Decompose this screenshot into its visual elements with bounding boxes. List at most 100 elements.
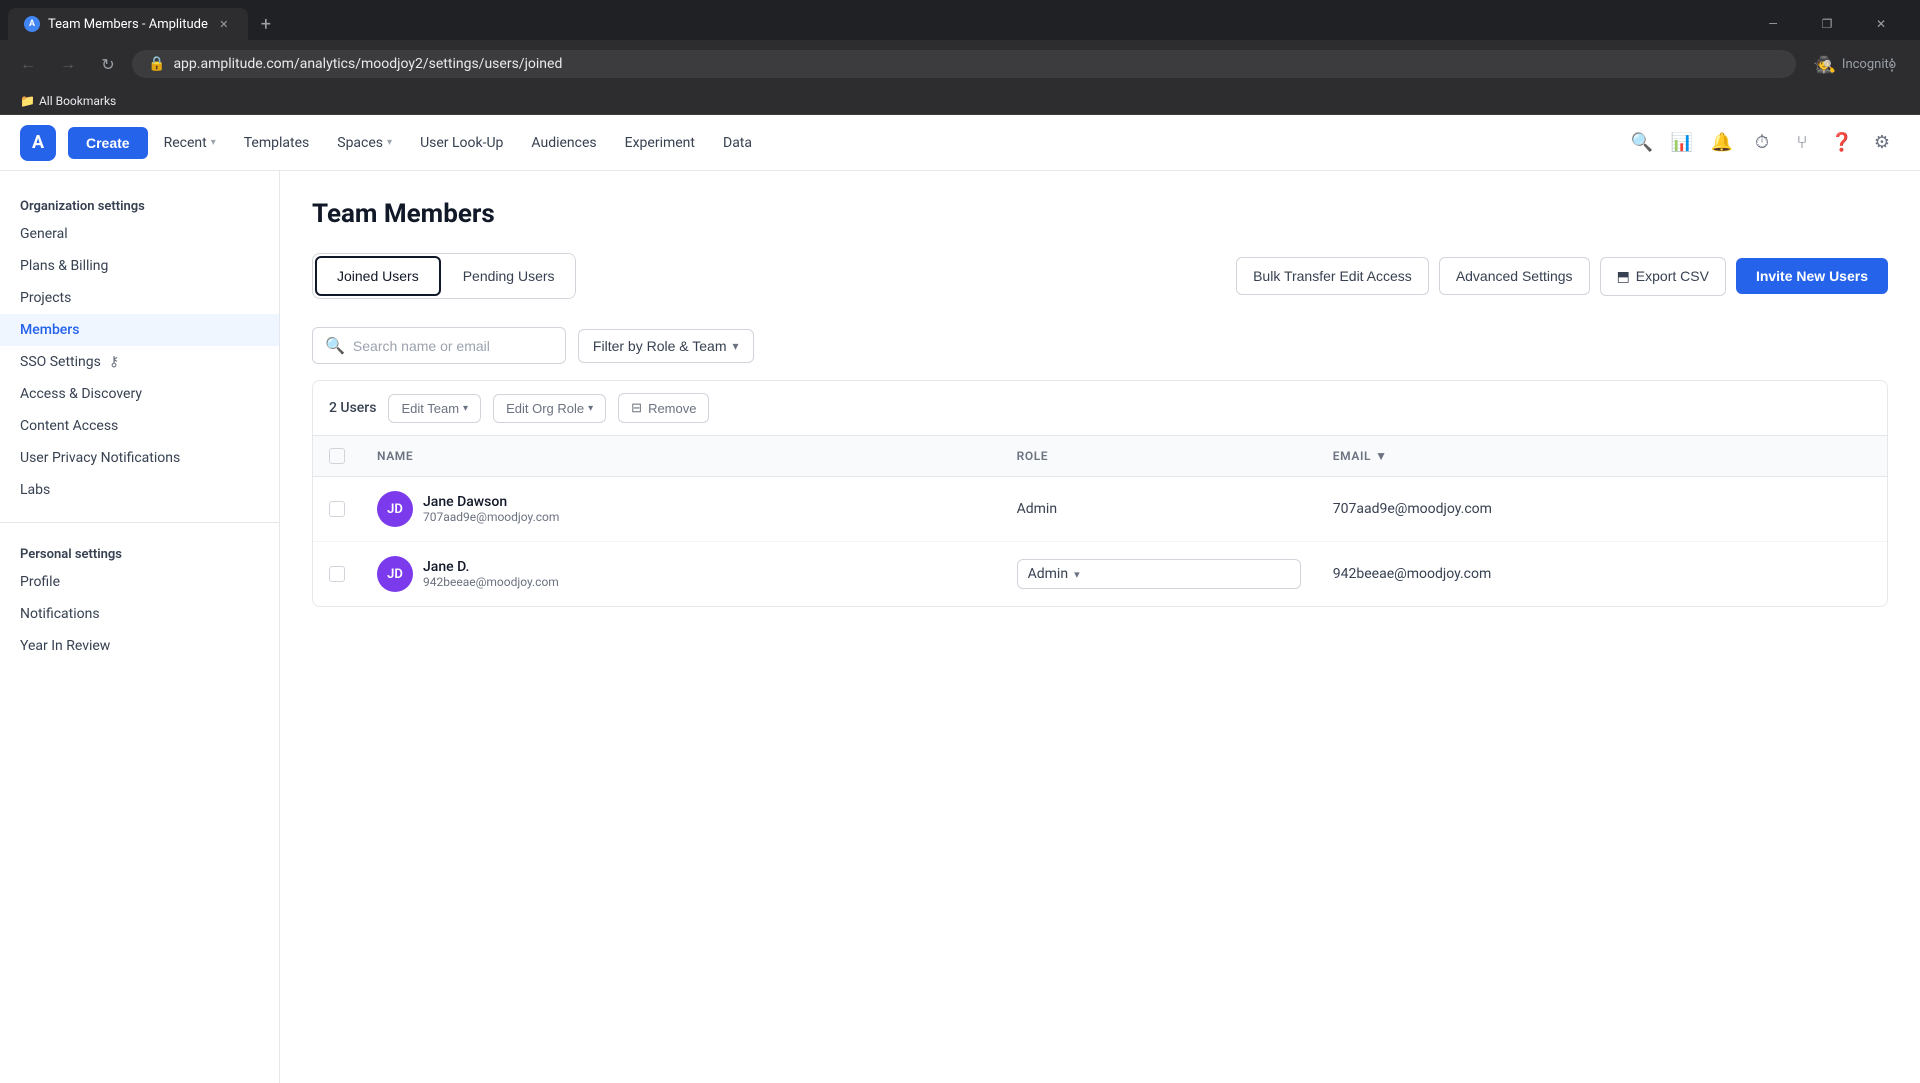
avatar-1: JD xyxy=(377,491,413,527)
help-icon-button[interactable]: ❓ xyxy=(1824,125,1860,161)
sidebar-item-members[interactable]: Members xyxy=(0,314,279,346)
user-email-sub-1: 707aad9e@moodjoy.com xyxy=(423,510,559,524)
personal-settings-section-title: Personal settings xyxy=(0,539,279,566)
bulk-transfer-button[interactable]: Bulk Transfer Edit Access xyxy=(1236,257,1429,295)
sidebar-item-plans-billing[interactable]: Plans & Billing xyxy=(0,250,279,282)
nav-item-experiment[interactable]: Experiment xyxy=(613,127,707,159)
back-button[interactable]: ← xyxy=(12,48,44,80)
sidebar-item-labs[interactable]: Labs xyxy=(0,474,279,506)
email-1: 707aad9e@moodjoy.com xyxy=(1333,501,1492,517)
export-csv-button[interactable]: ⬒ Export CSV xyxy=(1600,257,1726,296)
sidebar-item-content-access[interactable]: Content Access xyxy=(0,410,279,442)
users-count: 2 Users xyxy=(329,400,376,416)
address-bar[interactable]: 🔒 app.amplitude.com/analytics/moodjoy2/s… xyxy=(132,50,1796,78)
page-title: Team Members xyxy=(312,199,1888,229)
user-cell-1: JD Jane Dawson 707aad9e@moodjoy.com xyxy=(377,491,985,527)
org-settings-section-title: Organization settings xyxy=(0,191,279,218)
name-column-header: NAME xyxy=(361,436,1001,477)
sso-key-icon: ⚷ xyxy=(109,354,119,370)
action-buttons-group: Bulk Transfer Edit Access Advanced Setti… xyxy=(1236,257,1888,296)
nav-item-spaces[interactable]: Spaces ▾ xyxy=(325,127,404,159)
role-dropdown-chevron-icon: ▾ xyxy=(1074,568,1080,581)
browser-tab[interactable]: A Team Members - Amplitude ✕ xyxy=(8,8,248,40)
search-icon-button[interactable]: 🔍 xyxy=(1624,125,1660,161)
advanced-settings-button[interactable]: Advanced Settings xyxy=(1439,257,1590,295)
app-logo[interactable]: A xyxy=(20,125,56,161)
role-text-1: Admin xyxy=(1017,501,1057,517)
nav-item-data[interactable]: Data xyxy=(711,127,764,159)
analytics-icon-button[interactable]: 📊 xyxy=(1664,125,1700,161)
role-dropdown-2[interactable]: Admin ▾ xyxy=(1017,559,1301,589)
edit-org-role-chevron-icon: ▾ xyxy=(588,403,593,414)
sidebar-item-user-privacy-notifications[interactable]: User Privacy Notifications xyxy=(0,442,279,474)
email-sort-icon: ▼ xyxy=(1375,449,1387,463)
email-column-header[interactable]: EMAIL ▼ xyxy=(1317,436,1887,477)
search-icon: 🔍 xyxy=(325,336,345,355)
filter-role-team-button[interactable]: Filter by Role & Team ▾ xyxy=(578,329,754,363)
role-column-header: ROLE xyxy=(1001,436,1317,477)
search-box: 🔍 xyxy=(312,327,566,364)
nav-item-recent[interactable]: Recent ▾ xyxy=(152,127,228,159)
sidebar-item-access-discovery[interactable]: Access & Discovery xyxy=(0,378,279,410)
close-window-button[interactable]: ✕ xyxy=(1858,8,1904,40)
minimize-button[interactable]: — xyxy=(1750,8,1796,40)
edit-org-role-button[interactable]: Edit Org Role ▾ xyxy=(493,394,606,423)
search-input[interactable] xyxy=(353,338,553,354)
nav-item-user-lookup[interactable]: User Look-Up xyxy=(408,127,515,159)
user-name-2: Jane D. xyxy=(423,559,559,575)
create-button[interactable]: Create xyxy=(68,127,148,159)
sidebar-item-notifications[interactable]: Notifications xyxy=(0,598,279,630)
sidebar-item-profile[interactable]: Profile xyxy=(0,566,279,598)
search-filter-bar: 🔍 Filter by Role & Team ▾ xyxy=(312,327,1888,364)
reload-button[interactable]: ↻ xyxy=(92,48,124,80)
spaces-chevron-icon: ▾ xyxy=(387,137,392,148)
history-icon-button[interactable]: ⏱ xyxy=(1744,125,1780,161)
branch-icon-button[interactable]: ⑂ xyxy=(1784,125,1820,161)
sidebar: Organization settings General Plans & Bi… xyxy=(0,171,280,1083)
profile-button[interactable]: 🕵 Incognito xyxy=(1840,48,1872,80)
table-row: JD Jane D. 942beeae@moodjoy.com xyxy=(313,542,1887,607)
avatar-2: JD xyxy=(377,556,413,592)
extensions-button[interactable]: ⋮ xyxy=(1876,48,1908,80)
remove-button[interactable]: ⊟ Remove xyxy=(618,393,709,423)
nav-item-templates[interactable]: Templates xyxy=(232,127,322,159)
sidebar-divider xyxy=(0,522,279,523)
filter-chevron-icon: ▾ xyxy=(733,339,739,353)
export-icon: ⬒ xyxy=(1617,268,1630,285)
user-cell-2: JD Jane D. 942beeae@moodjoy.com xyxy=(377,556,985,592)
tab-joined-users[interactable]: Joined Users xyxy=(315,256,441,296)
content-area: Team Members Joined Users Pending Users … xyxy=(280,171,1920,1083)
sidebar-item-projects[interactable]: Projects xyxy=(0,282,279,314)
select-all-checkbox[interactable] xyxy=(329,448,345,464)
tab-favicon: A xyxy=(24,16,40,32)
bookmarks-folder-icon: 📁 xyxy=(20,94,35,108)
lock-icon: 🔒 xyxy=(148,56,165,72)
maximize-button[interactable]: ❐ xyxy=(1804,8,1850,40)
user-email-sub-2: 942beeae@moodjoy.com xyxy=(423,575,559,589)
tab-close-button[interactable]: ✕ xyxy=(216,16,232,32)
nav-item-audiences[interactable]: Audiences xyxy=(519,127,608,159)
edit-team-chevron-icon: ▾ xyxy=(463,403,468,414)
user-tabs: Joined Users Pending Users xyxy=(312,253,576,299)
tab-pending-users[interactable]: Pending Users xyxy=(443,254,575,298)
edit-team-button[interactable]: Edit Team ▾ xyxy=(388,394,481,423)
sidebar-item-sso-settings[interactable]: SSO Settings ⚷ xyxy=(0,346,279,378)
remove-icon: ⊟ xyxy=(631,400,642,416)
row-1-checkbox[interactable] xyxy=(329,501,345,517)
forward-button[interactable]: → xyxy=(52,48,84,80)
email-2: 942beeae@moodjoy.com xyxy=(1333,566,1491,582)
invite-new-users-button[interactable]: Invite New Users xyxy=(1736,258,1888,294)
users-table-container: 2 Users Edit Team ▾ Edit Org Role ▾ ⊟ Re… xyxy=(312,380,1888,607)
new-tab-button[interactable]: + xyxy=(252,10,280,38)
row-2-checkbox[interactable] xyxy=(329,566,345,582)
all-bookmarks-item[interactable]: 📁 All Bookmarks xyxy=(12,92,124,110)
notifications-icon-button[interactable]: 🔔 xyxy=(1704,125,1740,161)
settings-icon-button[interactable]: ⚙ xyxy=(1864,125,1900,161)
table-toolbar: 2 Users Edit Team ▾ Edit Org Role ▾ ⊟ Re… xyxy=(313,381,1887,436)
users-data-table: NAME ROLE EMAIL ▼ xyxy=(313,436,1887,606)
top-navigation: A Create Recent ▾ Templates Spaces ▾ Use… xyxy=(0,115,1920,171)
sidebar-item-general[interactable]: General xyxy=(0,218,279,250)
sidebar-item-year-in-review[interactable]: Year In Review xyxy=(0,630,279,662)
table-row: JD Jane Dawson 707aad9e@moodjoy.com Admi xyxy=(313,477,1887,542)
tabs-action-bar: Joined Users Pending Users Bulk Transfer… xyxy=(312,253,1888,299)
